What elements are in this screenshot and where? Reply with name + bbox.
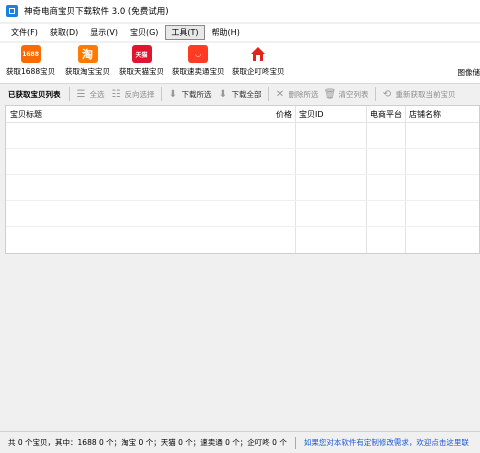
taobao-icon: 淘 — [78, 45, 98, 63]
get-aliexpress-label: 获取速卖通宝贝 — [172, 66, 225, 77]
menu-help[interactable]: 帮助(H) — [207, 26, 245, 39]
get-tmall-button[interactable]: 天猫 获取天猫宝贝 — [119, 45, 164, 77]
select-all-button[interactable]: ☰ 全选 — [76, 89, 105, 100]
select-all-label: 全选 — [90, 89, 105, 100]
column-id[interactable]: 宝贝ID — [299, 109, 324, 120]
download-icon: ⬇ — [218, 89, 229, 100]
download-selected-label: 下载所选 — [182, 89, 212, 100]
aliexpress-icon: ◡ — [188, 45, 208, 63]
invert-selection-label: 反向选择 — [125, 89, 155, 100]
refetch-button[interactable]: ⟲ 重新获取当前宝贝 — [382, 89, 456, 100]
menu-view[interactable]: 显示(V) — [85, 26, 123, 39]
menu-file[interactable]: 文件(F) — [6, 26, 43, 39]
menu-bar: 文件(F) 获取(D) 显示(V) 宝贝(G) 工具(T) 帮助(H) — [0, 24, 480, 41]
refresh-download-icon: ⟲ — [382, 89, 393, 100]
divider — [268, 87, 269, 101]
download-icon: ⬇ — [168, 89, 179, 100]
delete-selected-label: 删除所选 — [289, 89, 319, 100]
menu-goods[interactable]: 宝贝(G) — [125, 26, 163, 39]
custom-request-link[interactable]: 如果您对本软件有定制修改需求，欢迎点击这里联 — [304, 437, 469, 448]
clear-list-button[interactable]: 🗑 清空列表 — [325, 89, 369, 100]
download-all-button[interactable]: ⬇ 下载全部 — [218, 89, 262, 100]
get-tmall-label: 获取天猫宝贝 — [119, 66, 164, 77]
download-selected-button[interactable]: ⬇ 下载所选 — [168, 89, 212, 100]
get-taobao-button[interactable]: 淘 获取淘宝宝贝 — [65, 45, 110, 77]
house-icon — [248, 45, 268, 63]
main-toolbar: 1688 获取1688宝贝 淘 获取淘宝宝贝 天猫 获取天猫宝贝 ◡ 获取速卖通… — [0, 43, 480, 83]
row-divider — [6, 226, 479, 227]
get-1688-button[interactable]: 1688 获取1688宝贝 — [6, 45, 55, 77]
column-divider — [295, 106, 296, 254]
invert-list-icon: ☷ — [111, 89, 122, 100]
row-divider — [6, 200, 479, 201]
goods-table[interactable]: 宝贝标题 价格 宝贝ID 电商平台 店铺名称 — [5, 105, 480, 254]
menu-get[interactable]: 获取(D) — [45, 26, 83, 39]
get-1688-label: 获取1688宝贝 — [6, 66, 55, 77]
get-qiding-label: 获取企叮咚宝贝 — [232, 66, 285, 77]
status-summary: 共 0 个宝贝，其中：1688 0 个；淘宝 0 个；天猫 0 个；速卖通 0 … — [8, 437, 287, 448]
column-divider — [366, 106, 367, 254]
list-title: 已获取宝贝列表 — [8, 89, 61, 100]
divider — [69, 87, 70, 101]
clear-list-label: 清空列表 — [339, 89, 369, 100]
delete-selected-button[interactable]: ✕ 删除所选 — [275, 89, 319, 100]
divider — [375, 87, 376, 101]
image-download-button[interactable]: 图像储 — [458, 67, 480, 78]
app-icon — [6, 5, 18, 17]
get-qiding-button[interactable]: 获取企叮咚宝贝 — [232, 45, 285, 77]
trash-icon: 🗑 — [325, 89, 336, 100]
divider — [161, 87, 162, 101]
get-aliexpress-button[interactable]: ◡ 获取速卖通宝贝 — [172, 45, 225, 77]
tmall-icon: 天猫 — [132, 45, 152, 63]
menu-tools[interactable]: 工具(T) — [165, 25, 204, 40]
table-header: 宝贝标题 价格 宝贝ID 电商平台 店铺名称 — [6, 106, 479, 123]
column-shop[interactable]: 店铺名称 — [409, 109, 441, 120]
column-price[interactable]: 价格 — [276, 109, 292, 120]
checklist-icon: ☰ — [76, 89, 87, 100]
empty-area — [0, 254, 480, 431]
divider — [295, 437, 296, 449]
column-divider — [405, 106, 406, 254]
refetch-label: 重新获取当前宝贝 — [396, 89, 456, 100]
row-divider — [6, 174, 479, 175]
status-bar: 共 0 个宝贝，其中：1688 0 个；淘宝 0 个；天猫 0 个；速卖通 0 … — [0, 431, 480, 453]
title-bar: 神奇电商宝贝下载软件 3.0 (免费试用) — [0, 0, 480, 22]
list-toolbar: 已获取宝贝列表 ☰ 全选 ☷ 反向选择 ⬇ 下载所选 ⬇ 下载全部 ✕ 删除所选… — [0, 84, 480, 104]
invert-selection-button[interactable]: ☷ 反向选择 — [111, 89, 155, 100]
window-title: 神奇电商宝贝下载软件 3.0 (免费试用) — [24, 5, 169, 17]
close-icon: ✕ — [275, 89, 286, 100]
row-divider — [6, 148, 479, 149]
get-taobao-label: 获取淘宝宝贝 — [65, 66, 110, 77]
1688-icon: 1688 — [21, 45, 41, 63]
download-all-label: 下载全部 — [232, 89, 262, 100]
column-platform[interactable]: 电商平台 — [370, 109, 402, 120]
column-title[interactable]: 宝贝标题 — [10, 109, 42, 120]
